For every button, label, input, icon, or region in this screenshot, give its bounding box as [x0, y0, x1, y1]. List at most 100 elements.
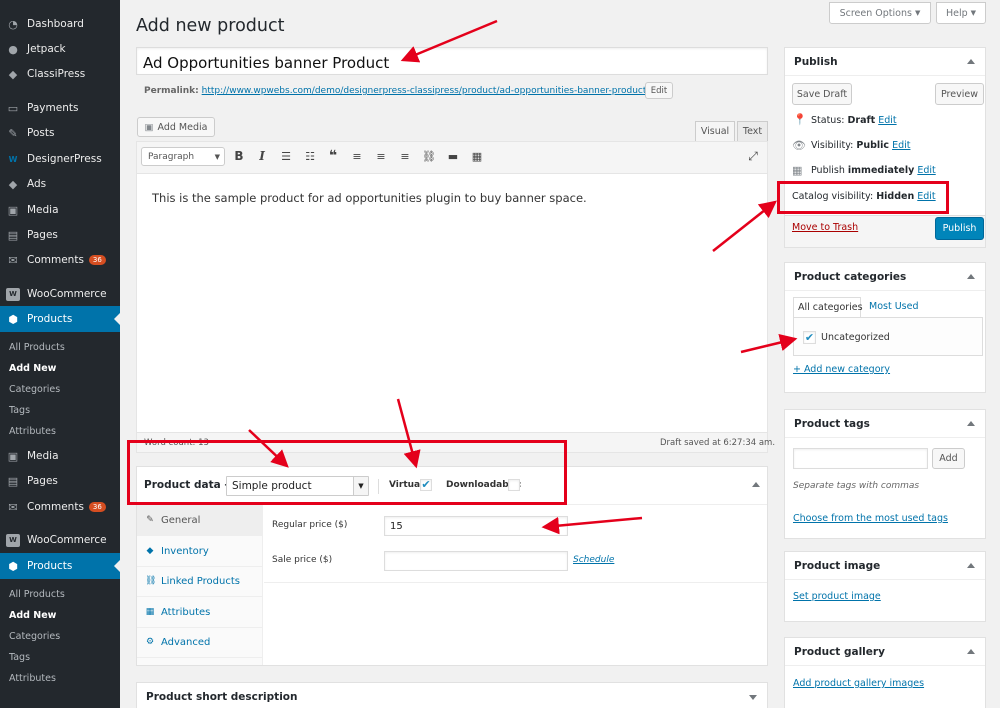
help-label: Help — [945, 7, 968, 19]
tab-most-used[interactable]: Most Used — [869, 301, 918, 312]
schedule-link[interactable]: Schedule — [573, 555, 614, 565]
menu-designerpress[interactable]: W DesignerPress — [0, 146, 120, 172]
menu-woocommerce[interactable]: W WooCommerce — [0, 527, 120, 553]
submenu-tags[interactable]: Tags — [9, 405, 30, 416]
submenu-add-new[interactable]: Add New — [9, 363, 56, 374]
permalink-url[interactable]: http://www.wpwebs.com/demo/designerpress… — [202, 86, 650, 96]
menu-dashboard[interactable]: ◔ Dashboard — [0, 11, 120, 37]
tab-advanced[interactable]: ⚙ Advanced — [137, 627, 263, 658]
tab-all-categories[interactable]: All categories — [793, 297, 863, 318]
menu-jetpack[interactable]: ● Jetpack — [0, 36, 120, 62]
product-title-input[interactable]: Ad Opportunities banner Product — [136, 47, 768, 75]
tag-input[interactable] — [793, 448, 928, 469]
products-icon: ⬢ — [8, 559, 18, 573]
eye-icon: 👁 — [792, 139, 806, 152]
editor-content[interactable]: This is the sample product for ad opport… — [152, 191, 587, 205]
submenu-categories[interactable]: Categories — [9, 631, 60, 642]
tab-general[interactable]: ✎ General — [137, 505, 263, 536]
menu-media[interactable]: ▣ Media — [0, 443, 120, 469]
status-edit-link[interactable]: Edit — [878, 115, 896, 126]
inventory-icon: ◆ — [146, 546, 154, 556]
add-tag-button[interactable]: Add — [932, 448, 965, 469]
toggle-panel-icon[interactable] — [967, 649, 975, 654]
menu-label: Posts — [27, 127, 55, 139]
editor-area — [136, 141, 768, 453]
tab-inventory[interactable]: ◆ Inventory — [137, 536, 263, 567]
blockquote-icon[interactable]: ❝ — [325, 148, 341, 164]
toggle-panel-icon[interactable] — [967, 563, 975, 568]
permalink-edit-button[interactable]: Edit — [645, 82, 673, 99]
submenu-attributes[interactable]: Attributes — [9, 426, 56, 437]
wrench-icon: ✎ — [146, 515, 154, 525]
submenu-attributes[interactable]: Attributes — [9, 673, 56, 684]
publish-button[interactable]: Publish — [935, 217, 984, 240]
submenu-all-products[interactable]: All Products — [9, 342, 65, 353]
menu-label: ClassiPress — [27, 68, 86, 80]
gear-icon: ⚙ — [145, 637, 155, 647]
menu-ads[interactable]: ◆ Ads — [0, 171, 120, 197]
align-center-icon[interactable]: ≡ — [373, 148, 389, 164]
submenu-tags[interactable]: Tags — [9, 652, 30, 663]
tab-text[interactable]: Text — [737, 121, 768, 141]
add-media-button[interactable]: ▣ Add Media — [137, 117, 215, 137]
preview-button[interactable]: Preview — [935, 83, 984, 105]
format-select[interactable]: Paragraph ▼ — [141, 147, 225, 166]
toggle-panel-icon[interactable] — [967, 274, 975, 279]
tab-linked-products[interactable]: ⛓ Linked Products — [137, 566, 263, 597]
toggle-panel-icon[interactable] — [749, 695, 757, 700]
menu-classipress[interactable]: ◆ ClassiPress — [0, 61, 120, 87]
submenu-all-products[interactable]: All Products — [9, 589, 65, 600]
menu-label: Pages — [27, 229, 58, 241]
add-gallery-images-link[interactable]: Add product gallery images — [793, 678, 924, 689]
menu-comments[interactable]: ✉ Comments 36 — [0, 247, 120, 273]
menu-label: Payments — [27, 102, 79, 114]
save-draft-button[interactable]: Save Draft — [792, 83, 852, 105]
menu-woocommerce[interactable]: W WooCommerce — [0, 281, 120, 307]
submenu-categories[interactable]: Categories — [9, 384, 60, 395]
permalink-label: Permalink: — [144, 86, 199, 96]
menu-media[interactable]: ▣ Media — [0, 197, 120, 223]
italic-icon[interactable]: I — [254, 148, 270, 164]
toggle-panel-icon[interactable] — [752, 482, 760, 487]
menu-pages[interactable]: ▤ Pages — [0, 468, 120, 494]
format-value: Paragraph — [148, 151, 195, 162]
menu-pages[interactable]: ▤ Pages — [0, 222, 120, 248]
tab-visual[interactable]: Visual — [695, 121, 735, 141]
read-more-icon[interactable]: ▬ — [445, 148, 461, 164]
product-gallery-box: Product gallery — [784, 637, 986, 708]
help-button[interactable]: Help ▼ — [936, 2, 986, 24]
menu-products[interactable]: ⬢ Products — [0, 306, 120, 332]
move-to-trash-link[interactable]: Move to Trash — [792, 222, 858, 233]
menu-payments[interactable]: ▭ Payments — [0, 95, 120, 121]
choose-most-used-tags-link[interactable]: Choose from the most used tags — [793, 513, 948, 524]
fullscreen-icon[interactable]: ⤢ — [745, 148, 761, 164]
short-description-box: Product short description — [136, 682, 768, 708]
visibility-edit-link[interactable]: Edit — [892, 140, 910, 151]
menu-comments[interactable]: ✉ Comments 36 — [0, 494, 120, 520]
bold-icon[interactable]: B — [231, 148, 247, 164]
submenu-add-new[interactable]: Add New — [9, 610, 56, 621]
uncategorized-checkbox[interactable]: ✔ — [803, 331, 816, 344]
toggle-panel-icon[interactable] — [967, 59, 975, 64]
toolbar-toggle-icon[interactable]: ▦ — [469, 148, 485, 164]
annotation-catalog-visibility-box — [777, 181, 949, 214]
publish-time-edit-link[interactable]: Edit — [917, 165, 935, 176]
comment-count-badge: 36 — [88, 502, 106, 512]
add-new-category-link[interactable]: + Add new category — [793, 364, 890, 375]
tab-attributes[interactable]: ▦ Attributes — [137, 597, 263, 628]
publish-time-label: Publish — [811, 165, 845, 176]
tag-icon: ◆ — [8, 67, 18, 81]
align-left-icon[interactable]: ≡ — [349, 148, 365, 164]
sale-price-input[interactable] — [384, 551, 568, 571]
screen-options-button[interactable]: Screen Options ▼ — [829, 2, 931, 24]
align-right-icon[interactable]: ≡ — [397, 148, 413, 164]
menu-products[interactable]: ⬢ Products — [0, 553, 120, 579]
numbered-list-icon[interactable]: ☷ — [302, 148, 318, 164]
regular-price-input[interactable]: 15 — [384, 516, 568, 536]
menu-label-text: Comments — [27, 501, 84, 513]
toggle-panel-icon[interactable] — [967, 421, 975, 426]
link-icon[interactable]: ⛓ — [421, 148, 437, 164]
set-product-image-link[interactable]: Set product image — [793, 591, 881, 602]
bullet-list-icon[interactable]: ☰ — [278, 148, 294, 164]
menu-posts[interactable]: ✎ Posts — [0, 120, 120, 146]
